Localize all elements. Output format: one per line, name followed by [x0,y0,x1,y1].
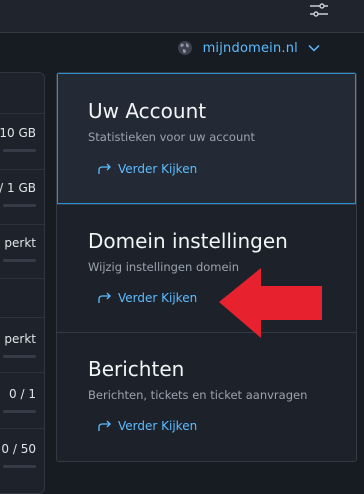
usage-bar [3,410,36,413]
red-arrow-annotation [219,268,322,338]
card-berichten[interactable]: Berichten Berichten, tickets en ticket a… [57,333,356,461]
card-title: Uw Account [88,99,207,123]
card-title: Domein instellingen [88,229,288,253]
chevron-down-icon [308,44,320,52]
usage-value: perkt [4,236,36,250]
divider [0,169,44,170]
usage-panel: 10 GB / 1 GB perkt perkt 0 / 1 0 / 50 [0,72,45,494]
usage-bar [3,465,36,468]
divider [0,428,44,429]
share-arrow-icon [98,420,111,431]
globe-icon [177,41,192,55]
card-subtitle: Berichten, tickets en ticket aanvragen [88,388,308,402]
share-arrow-icon [98,163,111,174]
usage-bar [3,204,36,207]
divider [0,224,44,225]
divider [0,278,44,279]
card-link[interactable]: Verder Kijken [98,291,197,305]
usage-bar [3,259,36,262]
card-link[interactable]: Verder Kijken [98,162,197,176]
card-subtitle: Statistieken voor uw account [88,130,256,144]
domain-name: mijndomein.nl [202,40,298,56]
card-title: Berichten [88,357,185,381]
card-link-label: Verder Kijken [118,162,198,176]
card-link-label: Verder Kijken [118,291,198,305]
divider [0,113,44,114]
usage-value: 10 GB [0,126,36,140]
usage-value: perkt [4,332,36,346]
card-link-label: Verder Kijken [118,419,198,433]
usage-bar [3,149,36,152]
divider [0,317,44,318]
card-uw-account[interactable]: Uw Account Statistieken voor uw account … [57,73,356,204]
sliders-icon [310,3,328,17]
share-arrow-icon [98,292,111,303]
usage-value: / 1 GB [0,181,36,195]
usage-value: 0 / 1 [9,387,36,401]
usage-value: 0 / 50 [1,442,36,456]
usage-bar [3,355,36,358]
card-link[interactable]: Verder Kijken [98,419,197,433]
top-bar [0,0,364,33]
settings-button[interactable] [307,0,331,20]
divider [0,372,44,373]
domain-selector[interactable]: mijndomein.nl [177,36,320,60]
